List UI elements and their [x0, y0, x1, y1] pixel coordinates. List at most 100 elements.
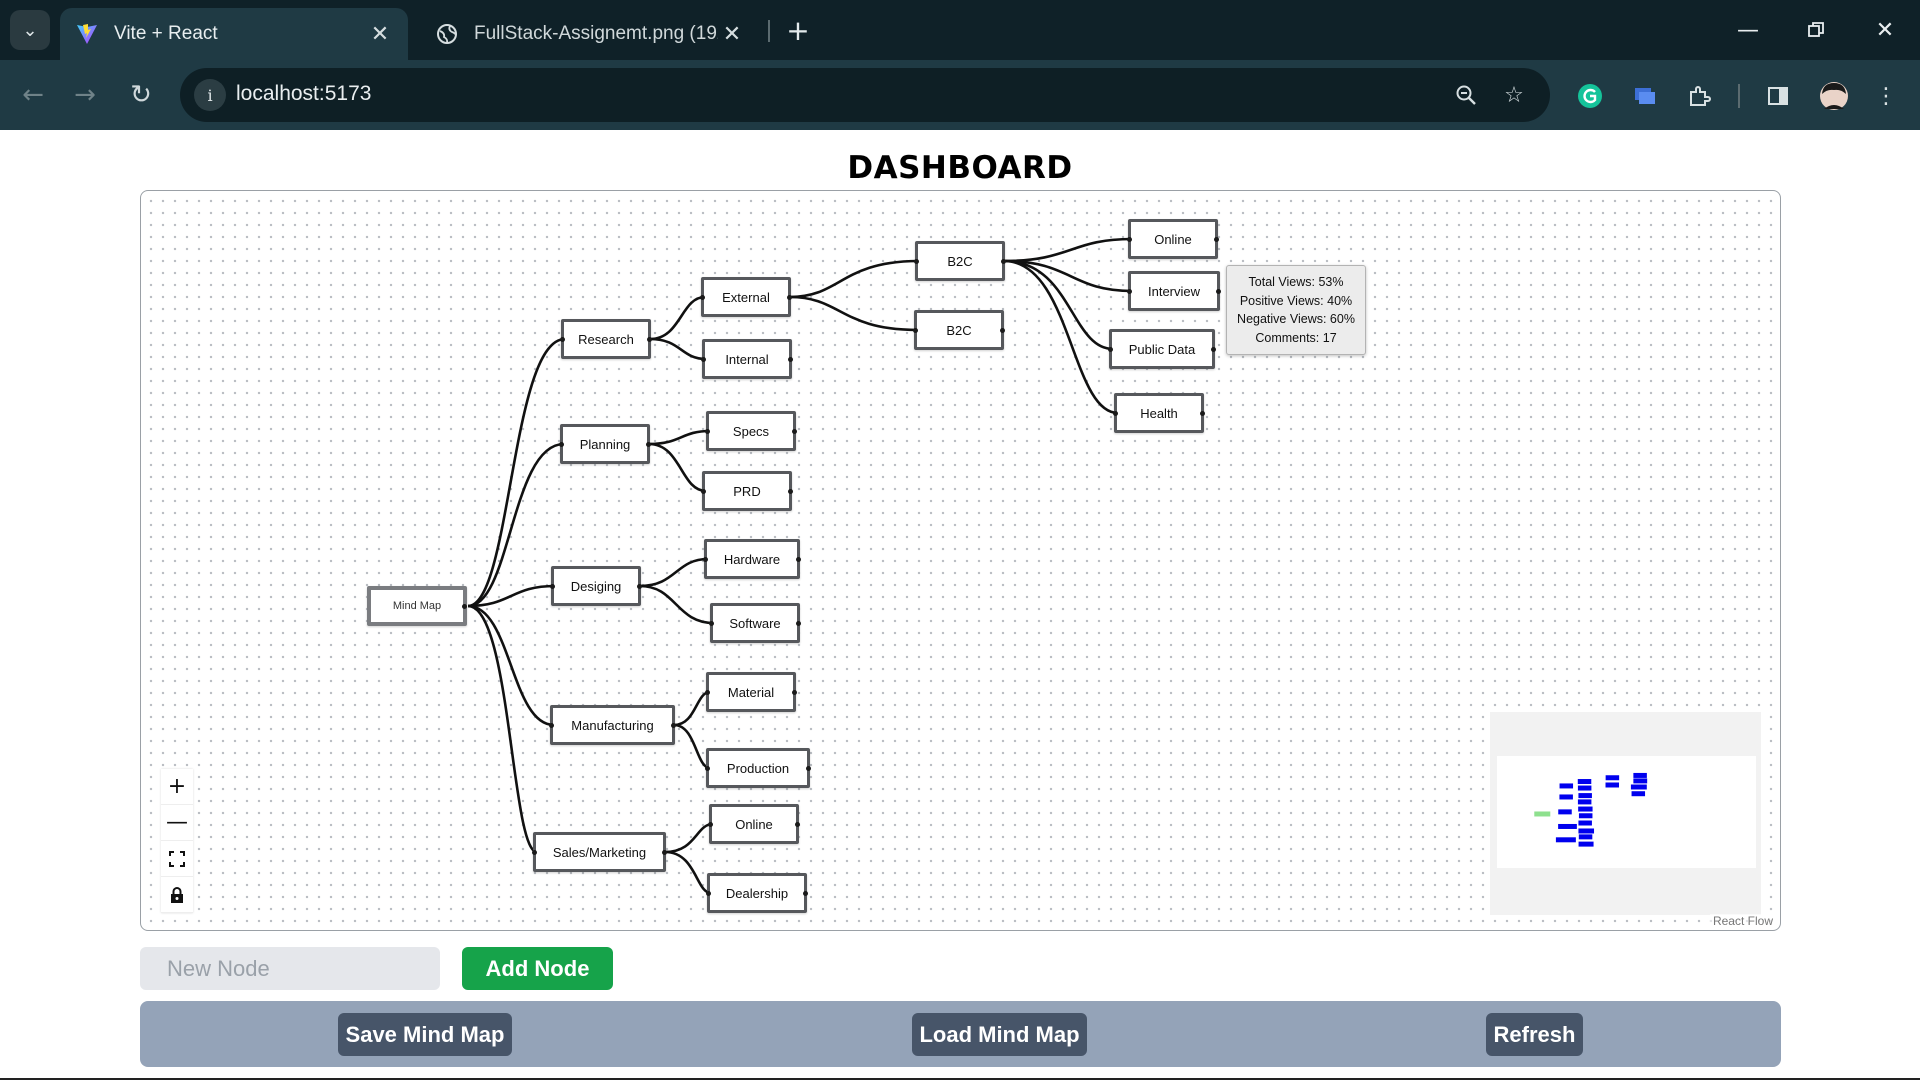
node-handle[interactable]	[803, 890, 808, 896]
node-handle[interactable]	[705, 689, 710, 695]
node-handle[interactable]	[1211, 346, 1216, 352]
address-bar[interactable]: i localhost:5173 ☆	[180, 68, 1550, 122]
node-handle[interactable]	[560, 336, 565, 342]
grammarly-icon[interactable]	[1572, 78, 1608, 114]
node-handle[interactable]	[705, 765, 710, 771]
extensions-puzzle-icon[interactable]	[1681, 78, 1717, 114]
node-handle[interactable]	[559, 441, 564, 447]
node-handle[interactable]	[647, 336, 652, 342]
add-node-button[interactable]: Add Node	[462, 947, 613, 990]
node-material[interactable]: Material	[705, 672, 797, 712]
site-info-icon[interactable]: i	[194, 79, 226, 111]
node-online[interactable]: Online	[708, 804, 800, 844]
node-dealership[interactable]: Dealership	[706, 873, 808, 913]
node-external[interactable]: External	[700, 277, 792, 317]
tab-fullstack-assignment[interactable]: FullStack-Assignemt.png (1920 ✕	[420, 8, 760, 60]
node-handle[interactable]	[788, 488, 793, 494]
node-handle[interactable]	[788, 356, 793, 362]
minimize-icon[interactable]: —	[1723, 10, 1773, 50]
new-node-input[interactable]	[140, 947, 440, 990]
node-handle[interactable]	[796, 620, 801, 626]
node-handle[interactable]	[637, 583, 642, 589]
url-text[interactable]: localhost:5173	[236, 82, 371, 106]
node-handle[interactable]	[705, 428, 710, 434]
node-handle[interactable]	[1200, 410, 1205, 416]
zoom-in-icon[interactable]: +	[161, 769, 193, 805]
node-planning[interactable]: Planning	[559, 424, 651, 464]
node-handle[interactable]	[708, 821, 713, 827]
lock-icon[interactable]	[161, 877, 193, 913]
node-handle[interactable]	[1214, 236, 1219, 242]
node-handle[interactable]	[550, 583, 555, 589]
forward-icon[interactable]: →	[64, 74, 106, 116]
zoom-icon[interactable]	[1450, 79, 1482, 111]
node-handle[interactable]	[662, 849, 667, 855]
node-internal[interactable]: Internal	[701, 339, 793, 379]
node-handle[interactable]	[796, 556, 801, 562]
node-handle[interactable]	[1000, 327, 1005, 333]
node-handle[interactable]	[709, 620, 714, 626]
node-manufacturing[interactable]: Manufacturing	[549, 705, 676, 745]
node-interview[interactable]: Interview	[1127, 271, 1221, 311]
node-handle[interactable]	[549, 722, 554, 728]
node-sales-marketing[interactable]: Sales/Marketing	[532, 832, 667, 872]
new-tab-icon[interactable]: +	[780, 12, 816, 48]
node-b2c[interactable]: B2C	[913, 310, 1005, 350]
restore-icon[interactable]	[1791, 10, 1841, 50]
back-icon[interactable]: ←	[12, 74, 54, 116]
node-handle[interactable]	[1108, 346, 1113, 352]
bookmark-star-icon[interactable]: ☆	[1498, 79, 1530, 111]
fit-view-icon[interactable]	[161, 841, 193, 877]
node-health[interactable]: Health	[1113, 393, 1205, 433]
node-research[interactable]: Research	[560, 319, 652, 359]
close-window-icon[interactable]: ✕	[1860, 10, 1910, 50]
node-prd[interactable]: PRD	[701, 471, 793, 511]
node-mind-map[interactable]: Mind Map	[367, 586, 467, 626]
node-handle[interactable]	[1127, 288, 1132, 294]
browser-menu-icon[interactable]: ⋮	[1868, 78, 1904, 114]
refresh-button[interactable]: Refresh	[1486, 1013, 1583, 1056]
node-software[interactable]: Software	[709, 603, 801, 643]
node-handle[interactable]	[914, 258, 919, 264]
node-handle[interactable]	[1216, 288, 1221, 294]
screen-capture-icon[interactable]	[1627, 78, 1663, 114]
mind-map-canvas[interactable]: Mind Map Research External Internal B2C …	[140, 190, 1781, 931]
node-handle[interactable]	[671, 722, 676, 728]
save-mind-map-button[interactable]: Save Mind Map	[338, 1013, 512, 1056]
node-handle[interactable]	[462, 603, 467, 609]
node-handle[interactable]	[1127, 236, 1132, 242]
node-handle[interactable]	[913, 327, 918, 333]
zoom-out-icon[interactable]: —	[161, 805, 193, 841]
node-desiging[interactable]: Desiging	[550, 566, 642, 606]
load-mind-map-button[interactable]: Load Mind Map	[912, 1013, 1087, 1056]
node-handle[interactable]	[706, 890, 711, 896]
node-handle[interactable]	[703, 556, 708, 562]
node-handle[interactable]	[792, 428, 797, 434]
node-production[interactable]: Production	[705, 748, 811, 788]
close-tab-icon[interactable]: ✕	[366, 20, 394, 48]
node-handle[interactable]	[700, 294, 705, 300]
node-handle[interactable]	[532, 849, 537, 855]
node-handle[interactable]	[1113, 410, 1118, 416]
node-handle[interactable]	[701, 488, 706, 494]
node-handle[interactable]	[806, 765, 811, 771]
node-hardware[interactable]: Hardware	[703, 539, 801, 579]
node-handle[interactable]	[646, 441, 651, 447]
node-online[interactable]: Online	[1127, 219, 1219, 259]
node-b2c[interactable]: B2C	[914, 241, 1006, 281]
side-panel-icon[interactable]	[1760, 78, 1796, 114]
node-handle[interactable]	[787, 294, 792, 300]
profile-avatar[interactable]	[1816, 78, 1852, 114]
node-handle[interactable]	[1001, 258, 1006, 264]
node-handle[interactable]	[792, 689, 797, 695]
tab-search-dropdown-icon[interactable]: ⌄	[10, 10, 50, 50]
reload-icon[interactable]: ↻	[120, 74, 162, 116]
node-handle[interactable]	[701, 356, 706, 362]
node-specs[interactable]: Specs	[705, 411, 797, 451]
node-handle[interactable]	[795, 821, 800, 827]
tab-vite-react[interactable]: Vite + React ✕	[60, 8, 408, 60]
node-public-data[interactable]: Public Data	[1108, 329, 1216, 369]
react-flow-attribution[interactable]: React Flow	[1709, 914, 1776, 928]
close-tab-icon[interactable]: ✕	[718, 20, 746, 48]
minimap[interactable]	[1490, 712, 1761, 915]
